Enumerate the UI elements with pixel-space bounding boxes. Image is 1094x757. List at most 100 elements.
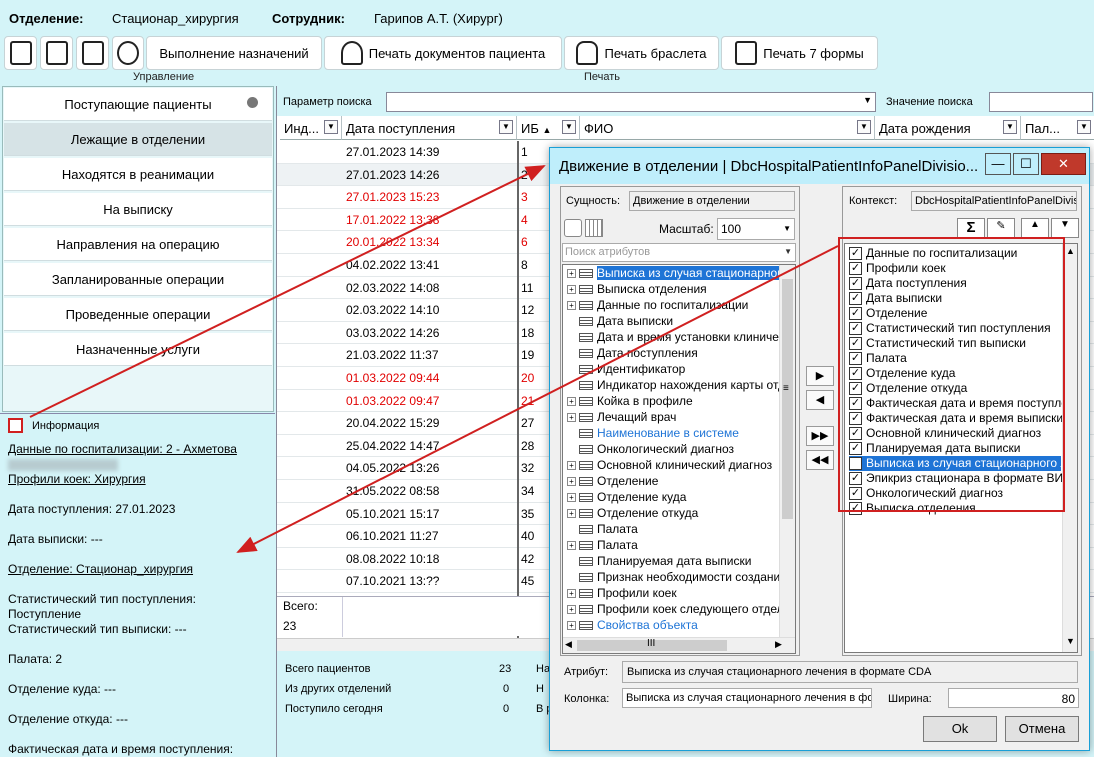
tree-item[interactable]: + Данные по госпитализации [567, 297, 748, 313]
attribute-tree[interactable]: + Выписка из случая стационарного + Выписка… [562, 264, 796, 654]
cancel-button[interactable]: Отмена [1005, 716, 1079, 742]
nav-item-assigned-services[interactable]: Назначенные услуги [4, 333, 272, 366]
tree-item[interactable]: +Признак необходимости создания [567, 569, 779, 585]
scroll-right-icon[interactable]: ▶ [775, 639, 782, 650]
filter-icon[interactable]: ▼ [562, 120, 576, 134]
minimize-button[interactable]: — [985, 153, 1011, 175]
zoom-icon[interactable] [564, 219, 582, 237]
tree-item[interactable]: +Дата выписки [567, 313, 673, 329]
nav-item-in-department[interactable]: Лежащие в отделении [4, 123, 272, 156]
scroll-up-icon[interactable]: ▲ [1066, 246, 1075, 256]
sum-button[interactable]: Σ [957, 218, 985, 238]
scroll-left-icon[interactable]: ◀ [565, 639, 572, 650]
tree-item[interactable]: +Индикатор нахождения карты отде [567, 377, 779, 393]
nav-item-incoming[interactable]: Поступающие пациенты [4, 88, 272, 121]
nav-item-discharge[interactable]: На выписку [4, 193, 272, 226]
tree-item[interactable]: +Онкологический диагноз [567, 441, 734, 457]
attribute-search-input[interactable]: Поиск атрибутов ▼ [562, 243, 796, 262]
maximize-button[interactable]: ☐ [1013, 153, 1039, 175]
tree-item[interactable]: + Лечащий врач [567, 409, 676, 425]
close-button[interactable]: ✕ [1041, 153, 1086, 175]
remove-column-button[interactable]: ◀ [806, 390, 834, 410]
scale-select[interactable]: 100 ▼ [717, 218, 795, 240]
expand-icon[interactable]: + [567, 509, 576, 519]
tree-item[interactable]: + Выписка из случая стационарного [567, 265, 779, 281]
dialog-titlebar[interactable]: Движение в отделении | DbcHospitalPatien… [550, 148, 1089, 184]
tree-vertical-scrollbar[interactable]: ≡ [779, 265, 795, 637]
info-hosp-data-link[interactable]: Данные по госпитализации: 2 - Ахметова [8, 442, 237, 456]
execute-prescriptions-button[interactable]: Выполнение назначений [146, 36, 322, 70]
add-all-button[interactable]: ▶▶ [806, 426, 834, 446]
expand-icon[interactable]: + [567, 589, 576, 599]
employee-value: Гарипов А.Т. (Хирург) [374, 11, 503, 26]
tree-scroll-thumb[interactable] [782, 279, 793, 519]
expand-icon[interactable]: + [567, 621, 576, 631]
add-column-button[interactable]: ▶ [806, 366, 834, 386]
info-toggle-icon[interactable] [8, 418, 23, 433]
expand-icon[interactable]: + [567, 301, 576, 311]
edit-clipboard-button[interactable] [76, 36, 109, 70]
edit-button[interactable]: ✎ [987, 218, 1015, 238]
tree-item[interactable]: + Профили коек [567, 585, 677, 601]
expand-icon[interactable]: + [567, 269, 576, 279]
ok-button[interactable]: Ok [923, 716, 997, 742]
print-bracelet-button[interactable]: Печать браслета [564, 36, 719, 70]
nav-item-icu[interactable]: Находятся в реанимации [4, 158, 272, 191]
filter-icon[interactable]: ▼ [857, 120, 871, 134]
tree-item[interactable]: +Палата [567, 537, 638, 553]
tree-item-label: Наименование в системе [597, 426, 739, 440]
expand-icon[interactable]: + [567, 477, 576, 487]
tree-item[interactable]: +Дата и время установки клиничес [567, 329, 779, 345]
tree-horizontal-scrollbar[interactable]: ◀ ▶ III [563, 637, 795, 653]
grid-icon[interactable] [585, 219, 603, 237]
tree-item[interactable]: + Отделение откуда [567, 505, 698, 521]
col-header-ward[interactable]: Пал... ▼ [1021, 116, 1094, 140]
add-note-button[interactable] [40, 36, 73, 70]
print-patient-docs-button[interactable]: Печать документов пациента [324, 36, 562, 70]
expand-icon[interactable]: + [567, 397, 576, 407]
info-bed-profile-link[interactable]: Профили коек: Хирургия [8, 472, 146, 486]
tree-item[interactable]: + Свойства объекта [567, 617, 698, 633]
expand-icon[interactable]: + [567, 413, 576, 423]
tree-item[interactable]: + Отделение куда [567, 489, 686, 505]
tree-item[interactable]: +Наименование в системе [567, 425, 739, 441]
info-department-link[interactable]: Отделение: Стационар_хирургия [8, 562, 193, 576]
expand-icon[interactable]: + [567, 541, 576, 551]
move-down-button[interactable]: ▼ [1051, 218, 1079, 238]
col-header-birth-date[interactable]: Дата рождения ▼ [875, 116, 1021, 140]
clipboard-button[interactable] [4, 36, 37, 70]
expand-icon[interactable]: + [567, 285, 576, 295]
col-header-admit-date[interactable]: Дата поступления ▼ [342, 116, 517, 140]
tree-item[interactable]: + Основной клинический диагноз [567, 457, 772, 473]
tree-item[interactable]: +Палата [567, 521, 638, 537]
col-header-fio[interactable]: ФИО ▼ [580, 116, 875, 140]
filter-icon[interactable]: ▼ [1003, 120, 1017, 134]
expand-icon[interactable]: + [567, 493, 576, 503]
col-header-ib[interactable]: ИБ ▲ ▼ [517, 116, 580, 140]
tree-item[interactable]: + Отделение [567, 473, 658, 489]
width-input[interactable]: 80 [948, 688, 1079, 708]
expand-icon[interactable]: + [567, 605, 576, 615]
tree-item[interactable]: + Выписка отделения [567, 281, 707, 297]
expand-icon[interactable]: + [567, 461, 576, 471]
nav-item-surgery-referrals[interactable]: Направления на операцию [4, 228, 272, 261]
filter-icon[interactable]: ▼ [1077, 120, 1091, 134]
tree-item[interactable]: + Профили коек следующего отделе [567, 601, 779, 617]
search-param-select[interactable]: ▼ [386, 92, 876, 112]
print-form7-button[interactable]: Печать 7 формы [721, 36, 878, 70]
tree-item[interactable]: + Койка в профиле [567, 393, 693, 409]
tree-item[interactable]: +Идентификатор [567, 361, 685, 377]
move-up-button[interactable]: ▲ [1021, 218, 1049, 238]
remove-all-button[interactable]: ◀◀ [806, 450, 834, 470]
filter-icon[interactable]: ▼ [324, 120, 338, 134]
nav-item-planned-surgeries[interactable]: Запланированные операции [4, 263, 272, 296]
col-header-index[interactable]: Инд... ▼ [280, 116, 342, 140]
filter-icon[interactable]: ▼ [499, 120, 513, 134]
tree-item[interactable]: +Планируемая дата выписки [567, 553, 751, 569]
tree-item[interactable]: +Дата поступления [567, 345, 698, 361]
badge-button[interactable] [112, 36, 144, 70]
nav-item-done-surgeries[interactable]: Проведенные операции [4, 298, 272, 331]
search-value-input[interactable] [989, 92, 1093, 112]
scroll-down-icon[interactable]: ▼ [1066, 636, 1075, 646]
column-name-input[interactable]: Выписка из случая стационарного лечения … [622, 688, 872, 708]
